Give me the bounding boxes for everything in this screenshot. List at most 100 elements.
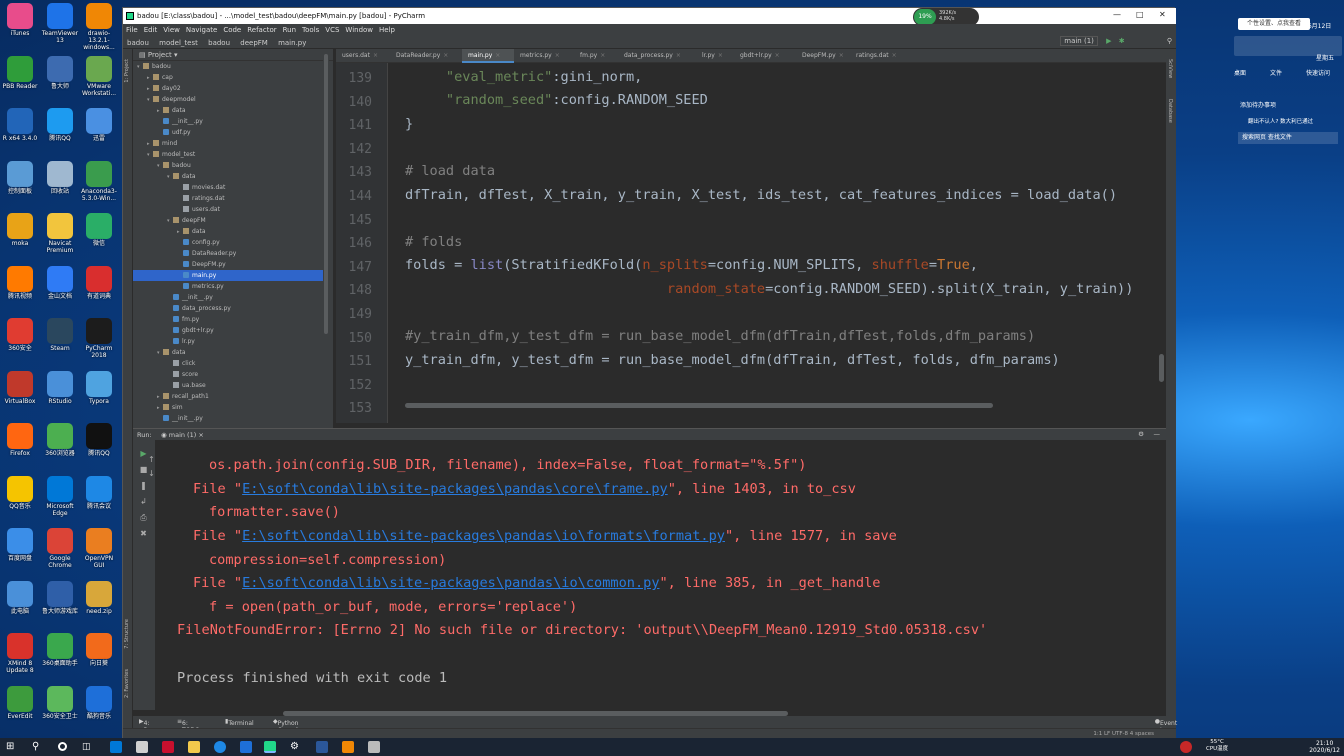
run-config-select[interactable]: main (1) — [1060, 36, 1098, 46]
tree-item[interactable]: lr.py — [133, 336, 329, 347]
widget-todo[interactable]: 添加待办事项 — [1240, 100, 1276, 109]
store-taskbar-icon[interactable] — [136, 741, 148, 753]
desktop-icon[interactable]: OpenVPN GUI — [79, 528, 119, 569]
menu-code[interactable]: Code — [220, 24, 244, 34]
desktop-icon[interactable]: VirtualBox — [0, 370, 40, 405]
desktop-icon[interactable]: 回收站 — [40, 160, 80, 195]
desktop-icon[interactable]: 微信 — [79, 213, 119, 247]
close-tab-icon[interactable]: × — [839, 52, 844, 59]
editor-tab[interactable]: gbdt+lr.py × — [734, 49, 796, 63]
tree-item[interactable]: ▾ badou — [133, 61, 329, 72]
tree-item[interactable]: ▾ deepFM — [133, 215, 329, 226]
editor-tab[interactable]: users.dat × — [336, 49, 390, 63]
desktop-icon[interactable]: Firefox — [0, 423, 40, 457]
traceback-link[interactable]: E:\soft\conda\lib\site-packages\pandas\i… — [242, 528, 725, 544]
tree-item[interactable]: DataReader.py — [133, 248, 329, 259]
close-tab-icon[interactable]: × — [373, 52, 378, 59]
structure-tool-label[interactable]: 7: Structure — [124, 619, 130, 649]
edge-taskbar-icon[interactable] — [110, 741, 122, 753]
python-console-button[interactable]: ◆ Python Console — [273, 718, 301, 734]
tree-item[interactable]: data_process.py — [133, 303, 329, 314]
tray-app-icon[interactable] — [1180, 741, 1192, 753]
menu-edit[interactable]: Edit — [141, 24, 161, 34]
menu-vcs[interactable]: VCS — [322, 24, 342, 34]
desktop-icon[interactable]: 鲁大师 — [40, 55, 80, 90]
minimize-icon[interactable]: — — [1113, 10, 1121, 19]
pycharm-taskbar-icon[interactable] — [264, 741, 276, 753]
editor-tab[interactable]: ratings.dat × — [850, 49, 908, 63]
tree-item[interactable]: ▾ data — [133, 171, 329, 182]
project-panel-header[interactable]: ▤ Project ▾ — [133, 49, 333, 61]
word-taskbar-icon[interactable] — [316, 741, 328, 753]
tree-item[interactable]: score — [133, 369, 329, 380]
tree-item[interactable]: ua.base — [133, 380, 329, 391]
wrap-icon[interactable]: ↲ — [139, 498, 148, 506]
editor-tab[interactable]: DataReader.py × — [390, 49, 462, 63]
tree-item[interactable]: __init__.py — [133, 116, 329, 127]
project-tool-label[interactable]: 1: Project — [124, 59, 130, 83]
desktop-icon[interactable]: 酷狗音乐 — [79, 685, 119, 720]
editor-vertical-scrollbar[interactable] — [1159, 354, 1164, 382]
close-tab-icon[interactable]: × — [892, 52, 897, 59]
editor-tab[interactable]: data_process.py × — [618, 49, 696, 63]
breadcrumb-item[interactable]: badou — [204, 36, 234, 47]
event-log-button[interactable]: ● Event Log — [1155, 718, 1177, 734]
app-taskbar-icon[interactable] — [162, 741, 174, 753]
run-icon[interactable]: ▶ — [1106, 37, 1111, 45]
close-tab-icon[interactable]: × — [495, 52, 500, 59]
task-view-icon[interactable]: ◫ — [82, 741, 94, 753]
widget-item-files[interactable]: 文件 — [1270, 68, 1282, 77]
desktop-icon[interactable]: PyCharm 2018 — [79, 318, 119, 359]
tree-item[interactable]: ▸ data — [133, 226, 329, 237]
tree-item[interactable]: main.py — [133, 270, 329, 281]
terminal-tool-button[interactable]: ▮ Terminal — [225, 718, 254, 727]
desktop-icon[interactable]: 360安全卫士 — [40, 685, 80, 720]
desktop-icon[interactable]: RStudio — [40, 370, 80, 405]
traceback-link[interactable]: E:\soft\conda\lib\site-packages\pandas\c… — [242, 481, 668, 497]
breadcrumb-item[interactable]: model_test — [155, 36, 202, 47]
tree-item[interactable]: ▾ deepmodel — [133, 94, 329, 105]
tree-item[interactable]: ▸ recall_path1 — [133, 391, 329, 402]
breadcrumb-item[interactable]: badou — [123, 36, 153, 47]
desktop-icon[interactable]: PBB Reader — [0, 55, 40, 90]
widget-toolbar[interactable] — [1234, 36, 1342, 56]
browser-taskbar-icon[interactable] — [214, 741, 226, 753]
close-tab-icon[interactable]: × — [676, 52, 681, 59]
tree-item[interactable]: ▸ sim — [133, 402, 329, 413]
sciview-tool-label[interactable]: SciView — [1167, 59, 1173, 78]
tree-item[interactable]: ▸ cap — [133, 72, 329, 83]
desktop-icon[interactable]: need.zip — [79, 580, 119, 615]
menu-file[interactable]: File — [123, 24, 141, 34]
desktop-icon[interactable]: Google Chrome — [40, 528, 80, 569]
desktop-icon[interactable]: 此电脑 — [0, 580, 40, 615]
editor-tab[interactable]: main.py × — [462, 49, 514, 63]
widget-item-desktop[interactable]: 桌面 — [1234, 68, 1246, 77]
desktop-icon[interactable]: 腾讯QQ — [79, 423, 119, 457]
desktop-icon[interactable]: drawio-13.2.1-windows... — [79, 3, 119, 51]
tree-item[interactable]: config.py — [133, 237, 329, 248]
desktop-icon[interactable]: 迅雷 — [79, 108, 119, 142]
editor-tab[interactable]: DeepFM.py × — [796, 49, 850, 63]
code-editor[interactable]: "eval_metric":gini_norm, "random_seed":c… — [389, 63, 1163, 423]
clock[interactable]: 21:10 2020/6/12 — [1309, 740, 1340, 754]
pause-icon[interactable]: ❚ — [139, 482, 148, 490]
menu-tools[interactable]: Tools — [299, 24, 322, 34]
close-tab-icon[interactable]: × — [718, 52, 723, 59]
editor-horizontal-scrollbar[interactable] — [405, 403, 993, 408]
widget-banner[interactable]: 个性设置、点我查看 — [1238, 18, 1310, 30]
tree-item[interactable]: ratings.dat — [133, 193, 329, 204]
desktop-icon[interactable]: moka — [0, 213, 40, 247]
menu-window[interactable]: Window — [342, 24, 376, 34]
project-scrollbar[interactable] — [323, 49, 329, 429]
tree-item[interactable]: ▸ day02 — [133, 83, 329, 94]
tree-item[interactable]: __init__.py — [133, 413, 329, 424]
windows-start-icon[interactable]: ⊞ — [6, 741, 18, 753]
app2-taskbar-icon[interactable] — [368, 741, 380, 753]
desktop-icon[interactable]: Typora — [79, 370, 119, 405]
desktop-icon[interactable]: 360桌面助手 — [40, 633, 80, 667]
console-output[interactable]: os.path.join(config.SUB_DIR, filename), … — [155, 440, 1163, 710]
tree-item[interactable]: DeepFM.py — [133, 259, 329, 270]
menu-help[interactable]: Help — [376, 24, 398, 34]
menu-view[interactable]: View — [160, 24, 183, 34]
tree-item[interactable]: ▸ data — [133, 105, 329, 116]
